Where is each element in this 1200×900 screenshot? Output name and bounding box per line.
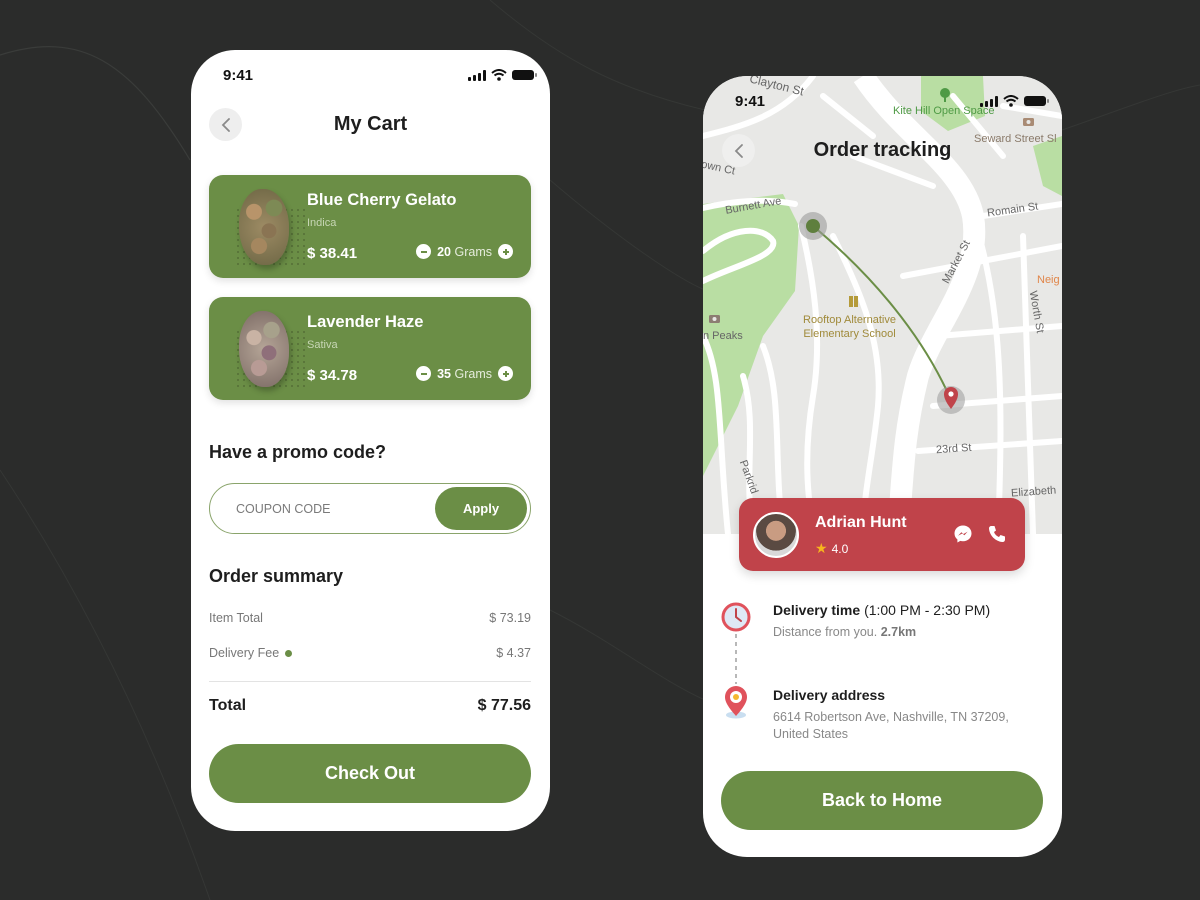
signal-icon — [980, 95, 998, 107]
apply-button[interactable]: Apply — [435, 487, 527, 530]
driver-rating: ★ 4.0 — [815, 540, 848, 557]
map-label-street: 23rd St — [935, 441, 972, 457]
item-name: Blue Cherry Gelato — [307, 191, 457, 209]
page-title: Order tracking — [813, 139, 952, 161]
info-icon[interactable] — [285, 650, 293, 658]
wifi-icon — [1003, 95, 1019, 107]
item-price: $ 34.78 — [307, 367, 358, 384]
status-time: 9:41 — [735, 92, 766, 110]
status-bar: 9:41 — [191, 50, 550, 100]
total-row: Total $ 77.56 — [209, 697, 531, 715]
star-icon: ★ — [815, 540, 828, 556]
promo-title: Have a promo code? — [209, 442, 387, 462]
increase-quantity-button[interactable] — [498, 244, 513, 259]
phone-icon[interactable] — [987, 524, 1007, 544]
quantity-unit: Grams — [454, 366, 493, 381]
item-name: Lavender Haze — [307, 313, 424, 331]
signal-icon — [468, 69, 486, 81]
quantity-stepper: 35 Grams — [416, 366, 513, 381]
increase-quantity-button[interactable] — [498, 366, 513, 381]
item-price: $ 38.41 — [307, 245, 358, 262]
delivery-time-info: Delivery time (1:00 PM - 2:30 PM) Distan… — [773, 602, 990, 641]
summary-value: $ 4.37 — [496, 646, 531, 660]
quantity-value: 20 — [437, 244, 452, 259]
timeline — [721, 602, 751, 719]
rating-value: 4.0 — [831, 541, 849, 556]
map-label-poi: n Peaks — [703, 330, 743, 342]
minus-icon — [420, 250, 427, 253]
driver-avatar — [753, 512, 799, 558]
location-pin-icon — [725, 686, 747, 719]
divider — [209, 681, 531, 682]
order-summary-title: Order summary — [209, 566, 344, 586]
page-title: My Cart — [333, 113, 408, 135]
plus-icon — [502, 370, 509, 377]
checkout-button[interactable]: Check Out — [209, 744, 531, 803]
cart-screen: 9:41 My Cart Blue Cherry Gelato Indica $… — [191, 50, 550, 831]
quantity-unit: Grams — [454, 244, 493, 259]
summary-label: Item Total — [209, 611, 263, 625]
driver-name: Adrian Hunt — [815, 514, 907, 531]
cart-item[interactable]: Blue Cherry Gelato Indica $ 38.41 20 Gra… — [209, 175, 531, 278]
cart-item[interactable]: Lavender Haze Sativa $ 34.78 35 Grams — [209, 297, 531, 400]
plus-icon — [502, 248, 509, 255]
back-to-home-button[interactable]: Back to Home — [721, 771, 1043, 830]
product-image — [225, 187, 305, 267]
messenger-icon[interactable] — [953, 524, 973, 544]
summary-row-delivery-fee: Delivery Fee $ 4.37 — [209, 646, 531, 660]
order-tracking-screen: Clayton St Kite Hill Open Space Seward S… — [703, 76, 1062, 857]
quantity-value: 35 — [437, 366, 452, 381]
item-type: Sativa — [307, 339, 338, 351]
item-type: Indica — [307, 217, 337, 229]
distance-value: 2.7km — [880, 625, 917, 639]
coupon-code-input[interactable] — [236, 498, 426, 520]
summary-row-item-total: Item Total $ 73.19 — [209, 611, 531, 625]
total-label: Total — [209, 697, 247, 714]
promo-code-field: Apply — [209, 483, 531, 534]
quantity-stepper: 20 Grams — [416, 244, 513, 259]
map-label-school: Rooftop Alternative Elementary School — [803, 314, 896, 340]
map-label-neighborhood: Neig — [1037, 274, 1060, 286]
summary-label: Delivery Fee — [209, 646, 280, 660]
product-image — [225, 309, 305, 389]
summary-value: $ 73.19 — [489, 611, 531, 625]
total-value: $ 77.56 — [477, 697, 531, 714]
minus-icon — [420, 372, 427, 375]
delivery-time-window: (1:00 PM - 2:30 PM) — [864, 602, 991, 618]
delivery-time-title: Delivery time — [773, 602, 861, 618]
battery-icon — [512, 70, 537, 80]
driver-card: Adrian Hunt ★ 4.0 — [739, 498, 1025, 571]
clock-icon — [721, 602, 751, 632]
delivery-address-text: 6614 Robertson Ave, Nashville, TN 37209,… — [773, 710, 1009, 741]
decrease-quantity-button[interactable] — [416, 244, 432, 259]
status-bar: 9:41 — [703, 76, 1062, 126]
wifi-icon — [491, 69, 507, 81]
delivery-address-title: Delivery address — [773, 687, 886, 703]
delivery-address-info: Delivery address 6614 Robertson Ave, Nas… — [773, 687, 1033, 743]
decrease-quantity-button[interactable] — [416, 366, 432, 381]
battery-icon — [1024, 96, 1049, 106]
status-time: 9:41 — [223, 66, 254, 84]
distance-prefix: Distance from you. — [773, 625, 878, 639]
